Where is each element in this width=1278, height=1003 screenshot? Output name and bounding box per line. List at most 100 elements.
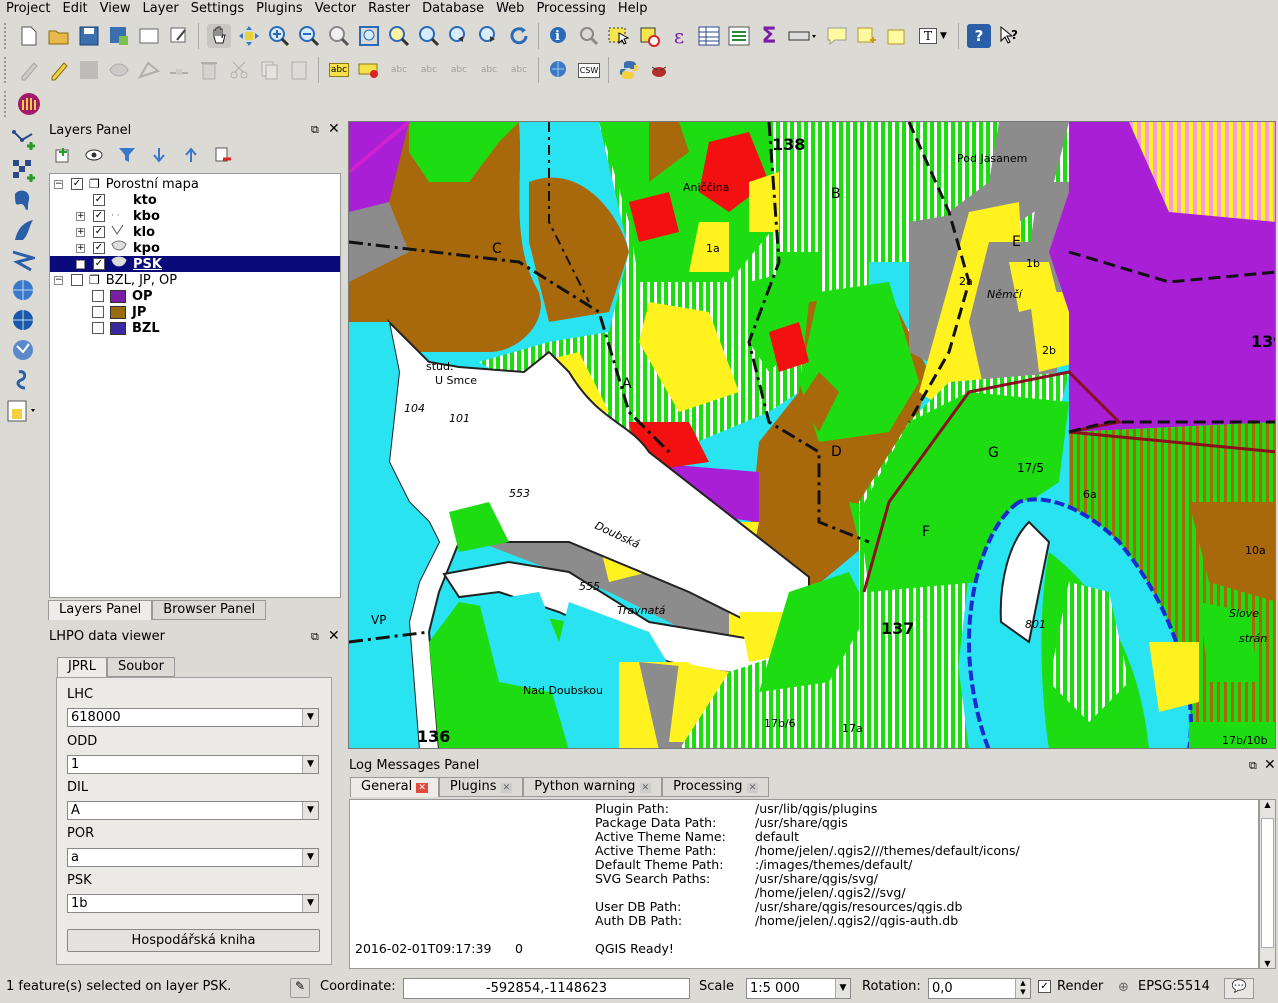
close-panel-icon[interactable]: ✕	[1264, 757, 1276, 773]
psk-combo[interactable]: 1b ▼	[67, 894, 319, 913]
pan-icon[interactable]	[207, 24, 231, 48]
add-group-icon[interactable]	[51, 143, 75, 167]
rotation-field[interactable]: 0,0 ▲ ▼	[928, 978, 1031, 999]
map-tips-icon[interactable]	[825, 24, 849, 48]
menu-web[interactable]: Web	[490, 0, 530, 18]
chevron-down-icon[interactable]: ▼	[302, 709, 318, 726]
odd-combo[interactable]: 1 ▼	[67, 755, 319, 774]
log-scrollbar[interactable]: ▲ ▼	[1259, 799, 1276, 969]
collapse-icon[interactable]: −	[54, 275, 63, 285]
zoom-to-selection-icon[interactable]	[387, 24, 411, 48]
forest-map[interactable]: 138 139 137 136 B C D E F G A VP Němčí D…	[349, 122, 1276, 749]
tab-general[interactable]: General ✕	[350, 777, 439, 797]
toggle-extents-icon[interactable]: ✎	[290, 978, 310, 998]
float-panel-icon[interactable]: ⧉	[311, 630, 319, 644]
tree-group-porostni-mapa[interactable]: − ✓ ❐ Porostní mapa	[50, 176, 340, 192]
move-label-icon[interactable]: abc	[447, 58, 471, 82]
tree-layer-kbo[interactable]: + ✓ · · kbo	[50, 208, 340, 224]
log-messages[interactable]: Plugin Path: /usr/lib/qgis/plugins Packa…	[349, 799, 1259, 969]
tab-jprl[interactable]: JPRL	[57, 657, 107, 677]
composer-manager-icon[interactable]	[167, 24, 191, 48]
close-panel-icon[interactable]: ✕	[328, 628, 340, 644]
chevron-down-icon[interactable]: ▼	[302, 849, 318, 866]
tab-layers-panel[interactable]: Layers Panel	[48, 600, 153, 620]
menu-database[interactable]: Database	[416, 0, 490, 18]
remove-layer-icon[interactable]	[211, 143, 235, 167]
layer-checkbox[interactable]	[92, 322, 104, 334]
zoom-out-icon[interactable]	[297, 24, 321, 48]
layer-checkbox[interactable]	[71, 274, 83, 286]
copy-features-icon[interactable]	[257, 58, 281, 82]
hospodarska-kniha-button[interactable]: Hospodářská kniha	[67, 929, 320, 952]
tree-layer-kpo[interactable]: + ✓ kpo	[50, 240, 340, 256]
manage-visibility-icon[interactable]	[83, 143, 107, 167]
zoom-full-icon[interactable]	[357, 24, 381, 48]
zoom-to-layer-icon[interactable]	[417, 24, 441, 48]
menu-help[interactable]: Help	[612, 0, 654, 18]
add-feature-icon[interactable]	[107, 58, 131, 82]
metasearch-icon[interactable]	[547, 58, 571, 82]
expand-all-icon[interactable]	[147, 143, 171, 167]
new-project-icon[interactable]	[17, 24, 41, 48]
tree-layer-jp[interactable]: JP	[50, 304, 340, 320]
layer-checkbox[interactable]	[92, 290, 104, 302]
whats-this-icon[interactable]: ?	[997, 24, 1021, 48]
add-wcs-layer-icon[interactable]	[11, 309, 35, 333]
expand-icon[interactable]: +	[76, 227, 85, 237]
csw-icon[interactable]: CSW	[577, 58, 601, 82]
new-layer-icon[interactable]	[5, 399, 41, 423]
layer-labeling-icon[interactable]	[357, 58, 381, 82]
paste-features-icon[interactable]	[287, 58, 311, 82]
menu-vector[interactable]: Vector	[309, 0, 362, 18]
layer-checkbox[interactable]: ✓	[93, 226, 105, 238]
expand-icon[interactable]: +	[76, 259, 85, 269]
add-vector-layer-icon[interactable]	[11, 129, 35, 153]
close-tab-icon[interactable]: ✕	[746, 783, 759, 793]
cut-features-icon[interactable]	[227, 58, 251, 82]
chevron-down-icon[interactable]: ▼	[302, 895, 318, 912]
help-icon[interactable]: ?	[967, 24, 991, 48]
save-project-icon[interactable]	[77, 24, 101, 48]
add-postgis-layer-icon[interactable]	[11, 189, 35, 213]
dil-combo[interactable]: A ▼	[67, 801, 319, 820]
crs-globe-icon[interactable]: ⊕	[1118, 980, 1129, 995]
save-as-icon[interactable]	[107, 24, 131, 48]
pin-labels-icon[interactable]: abc	[387, 58, 411, 82]
zoom-actual-icon[interactable]	[327, 24, 351, 48]
tab-python-warning[interactable]: Python warning ✕	[523, 777, 663, 797]
show-bookmarks-icon[interactable]	[885, 24, 909, 48]
collapse-all-icon[interactable]	[179, 143, 203, 167]
sum-icon[interactable]: Σ	[757, 24, 781, 49]
scale-combo[interactable]: 1:5 000 ▼	[746, 978, 851, 999]
toggle-editing-icon[interactable]	[47, 58, 71, 82]
change-label-icon[interactable]: abc	[507, 58, 531, 82]
menu-project[interactable]: Project	[0, 0, 56, 18]
text-annotation-icon[interactable]: T ▼	[915, 24, 951, 48]
plugin-bug-icon[interactable]	[647, 58, 671, 82]
layer-checkbox[interactable]: ✓	[93, 242, 105, 254]
expand-icon[interactable]: +	[76, 211, 85, 221]
menu-edit[interactable]: Edit	[56, 0, 93, 18]
node-tool-icon[interactable]	[167, 58, 191, 82]
scroll-thumb[interactable]	[1261, 818, 1274, 948]
layer-checkbox[interactable]: ✓	[93, 210, 105, 222]
refresh-icon[interactable]	[507, 24, 531, 48]
chevron-down-icon[interactable]: ▼	[302, 802, 318, 819]
rotate-label-icon[interactable]: abc	[477, 58, 501, 82]
add-raster-layer-icon[interactable]	[11, 159, 35, 183]
tab-browser-panel[interactable]: Browser Panel	[152, 600, 267, 620]
menu-settings[interactable]: Settings	[185, 0, 250, 18]
new-print-composer-icon[interactable]	[137, 24, 161, 48]
save-edits-icon[interactable]	[77, 58, 101, 82]
tree-layer-op[interactable]: OP	[50, 288, 340, 304]
zoom-in-icon[interactable]	[267, 24, 291, 48]
map-canvas[interactable]: 138 139 137 136 B C D E F G A VP Němčí D…	[348, 121, 1276, 749]
add-mssql-layer-icon[interactable]	[11, 249, 35, 273]
measure-tool-icon[interactable]	[577, 24, 601, 48]
tab-plugins[interactable]: Plugins ✕	[438, 777, 524, 797]
python-console-icon[interactable]	[617, 58, 641, 82]
zoom-next-icon[interactable]	[477, 24, 501, 48]
scroll-up-icon[interactable]: ▲	[1260, 800, 1275, 809]
coordinate-field[interactable]: -592854,-1148623	[403, 978, 690, 999]
menu-view[interactable]: View	[94, 0, 137, 18]
